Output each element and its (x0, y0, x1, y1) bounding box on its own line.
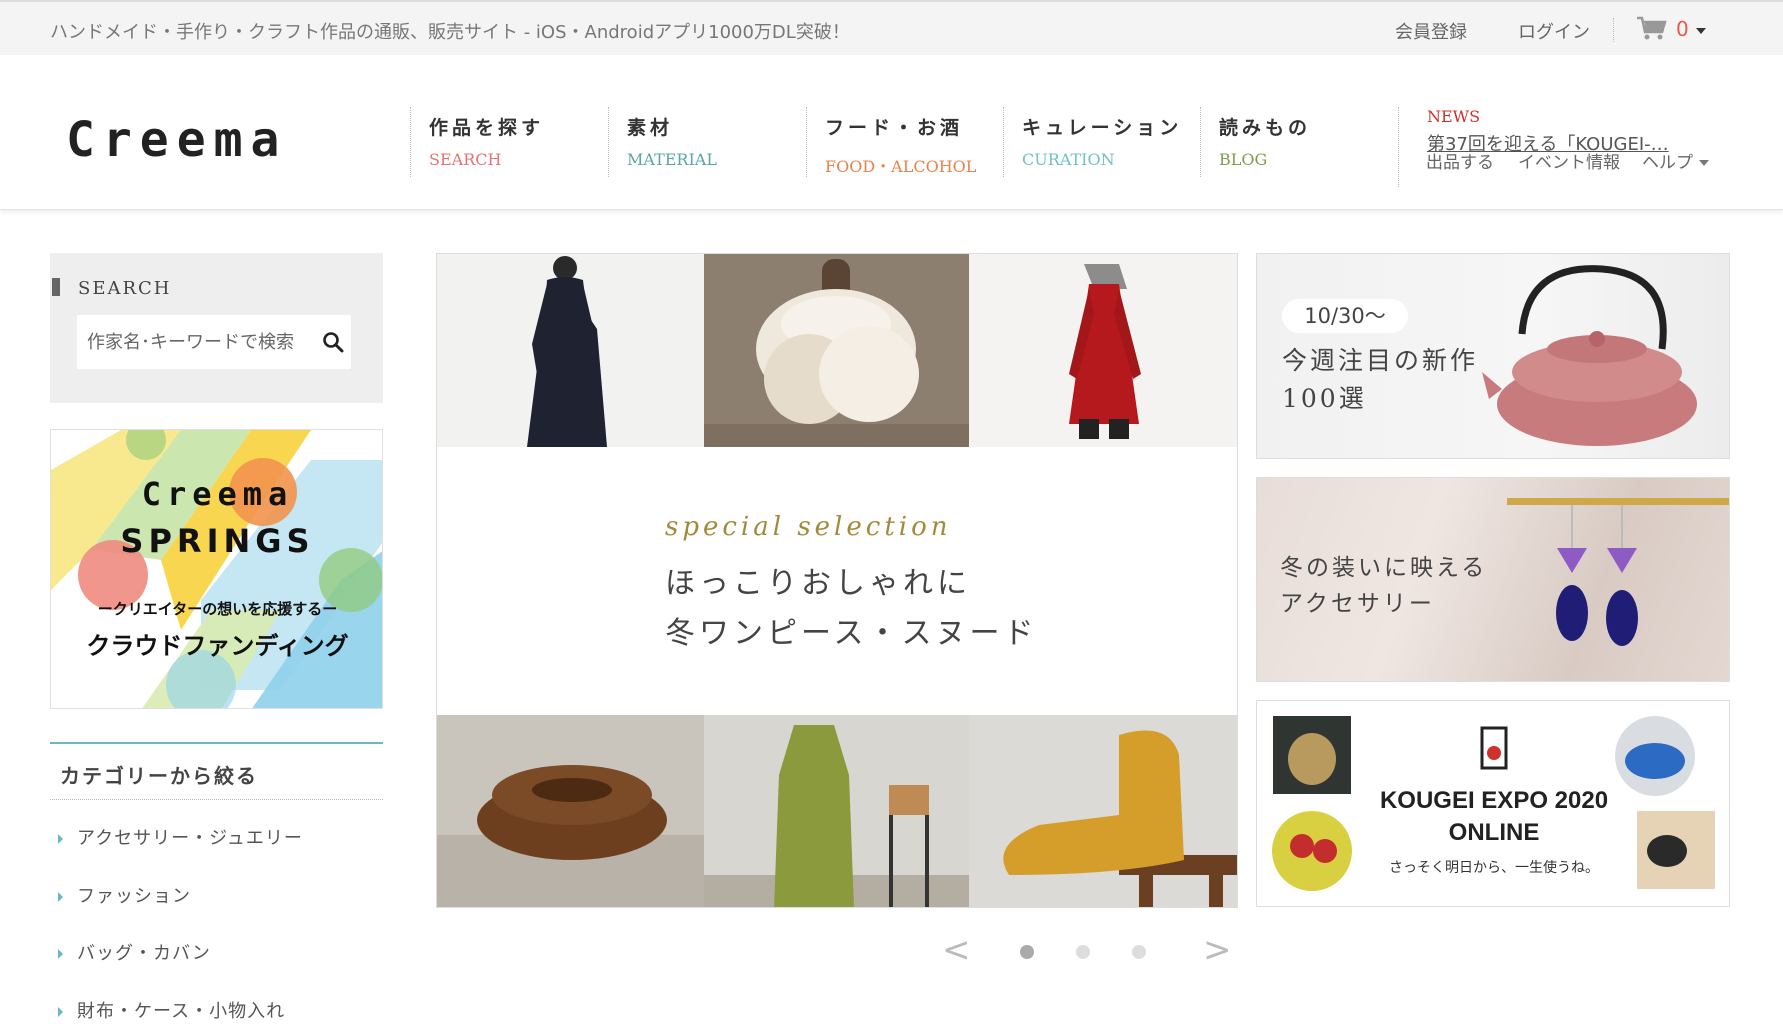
sell-link[interactable]: 出品する (1426, 148, 1494, 173)
chevron-down-icon (1696, 28, 1706, 34)
kougei-title-2: ONLINE (1448, 819, 1540, 846)
nav-label-en: SEARCH (429, 150, 502, 169)
nav-material[interactable]: 素材 MATERIAL (608, 107, 804, 177)
cart-icon (1637, 16, 1667, 40)
help-menu[interactable]: ヘルプ (1642, 148, 1709, 173)
banner-text: 冬の装いに映える アクセサリー (1280, 550, 1487, 622)
banner-text: 今週注目の新作 100選 (1282, 342, 1478, 418)
category-accessory[interactable]: アクセサリー・ジュエリー (58, 824, 303, 850)
category-heading: カテゴリーから絞る (50, 742, 383, 800)
photo-black-dress (437, 254, 704, 447)
news-block: NEWS 第37回を迎える「KOUGEI-… (1398, 107, 1677, 187)
banner-text-line2: アクセサリー (1280, 591, 1435, 617)
springs-subtitle: ークリエイターの想いを応援するー (97, 600, 338, 618)
springs-caption: クラウドファンディング (86, 632, 349, 660)
category-label: ファッション (77, 886, 191, 907)
nav-label-en: BLOG (1219, 150, 1268, 169)
search-input[interactable] (77, 315, 351, 369)
nav-blog[interactable]: 読みもの BLOG (1200, 107, 1396, 177)
feature-headline: ほっこりおしゃれに 冬ワンピース・スヌード (665, 559, 1038, 659)
cart-button[interactable]: 0 (1636, 14, 1716, 44)
nav-label-jp: 素材 (627, 117, 674, 139)
nav-food-alcohol[interactable]: フード・お酒 FOOD・ALCOHOL (806, 107, 1002, 177)
category-bag[interactable]: バッグ・カバン (58, 939, 211, 965)
site-header: Creema 作品を探す SEARCH 素材 MATERIAL フード・お酒 F… (0, 55, 1783, 210)
springs-title-2: SPRINGS (120, 522, 315, 560)
category-label: アクセサリー・ジュエリー (77, 828, 303, 849)
news-label: NEWS (1427, 107, 1481, 126)
nav-label-jp: キュレーション (1022, 117, 1183, 139)
photo-mustard-scarf (969, 715, 1237, 907)
kougei-title-1: KOUGEI EXPO 2020 (1379, 787, 1609, 814)
arrow-right-icon (58, 1007, 63, 1017)
nav-label-jp: 読みもの (1219, 117, 1312, 139)
nav-label-en: CURATION (1022, 150, 1115, 169)
divider (1613, 18, 1614, 42)
nav-label-en: FOOD・ALCOHOL (825, 157, 977, 176)
events-link[interactable]: イベント情報 (1518, 148, 1620, 173)
sidebar-search: SEARCH (50, 253, 383, 403)
arrow-right-icon (58, 892, 63, 902)
carousel-dot-2[interactable] (1076, 945, 1090, 959)
springs-title-1: Creema (141, 475, 294, 513)
carousel-dot-3[interactable] (1132, 945, 1146, 959)
photo-knit-snood (704, 254, 969, 447)
creema-springs-banner[interactable]: Creema SPRINGS ークリエイターの想いを応援するー クラウドファンデ… (50, 429, 383, 709)
help-label: ヘルプ (1642, 153, 1693, 173)
nav-curation[interactable]: キュレーション CURATION (1003, 107, 1199, 177)
arrow-right-icon (58, 834, 63, 844)
new-arrivals-banner[interactable]: 10/30〜 今週注目の新作 100選 (1256, 253, 1730, 459)
cart-count: 0 (1676, 17, 1689, 41)
feature-slide[interactable]: special selection ほっこりおしゃれに 冬ワンピース・スヌード (436, 253, 1238, 908)
category-label: 財布・ケース・小物入れ (77, 1001, 286, 1022)
photo-red-dress (969, 254, 1237, 447)
feature-headline-line2: 冬ワンピース・スヌード (665, 616, 1038, 651)
banner-text-line2: 100選 (1282, 384, 1367, 413)
category-label: バッグ・カバン (77, 943, 211, 964)
nav-label-en: MATERIAL (627, 150, 717, 169)
register-link[interactable]: 会員登録 (1395, 18, 1467, 44)
date-badge: 10/30〜 (1282, 299, 1408, 333)
banner-text-line1: 今週注目の新作 (1282, 346, 1479, 375)
section-marker (52, 278, 60, 296)
chevron-down-icon (1699, 160, 1709, 166)
accessory-banner[interactable]: 冬の装いに映える アクセサリー (1256, 477, 1730, 682)
kougei-caption: さっそく明日から、一生使うね。 (1389, 860, 1599, 876)
nav-search[interactable]: 作品を探す SEARCH (410, 107, 606, 177)
carousel-next-button[interactable]: > (1203, 930, 1232, 970)
category-fashion[interactable]: ファッション (58, 882, 191, 908)
login-link[interactable]: ログイン (1518, 18, 1590, 44)
creema-logo[interactable]: Creema (66, 112, 287, 168)
carousel-prev-button[interactable]: < (942, 930, 971, 970)
feature-headline-line1: ほっこりおしゃれに (665, 566, 971, 601)
top-bar: ハンドメイド・手作り・クラフト作品の通販、販売サイト - iOS・Android… (0, 0, 1783, 55)
photo-green-knit-dress (704, 715, 969, 907)
carousel-dot-1[interactable] (1020, 945, 1034, 959)
nav-label-jp: 作品を探す (429, 117, 545, 139)
kougei-expo-banner[interactable]: KOUGEI EXPO 2020 ONLINE さっそく明日から、一生使うね。 (1256, 700, 1730, 907)
nav-label-jp: フード・お酒 (825, 117, 964, 139)
search-title: SEARCH (78, 278, 172, 299)
site-tagline: ハンドメイド・手作り・クラフト作品の通販、販売サイト - iOS・Android… (50, 22, 850, 43)
photo-brown-snood (437, 715, 704, 907)
search-icon[interactable] (322, 331, 344, 353)
category-wallet[interactable]: 財布・ケース・小物入れ (58, 997, 285, 1023)
springs-artwork (51, 430, 382, 708)
arrow-right-icon (58, 949, 63, 959)
special-selection-label: special selection (665, 512, 952, 542)
banner-text-line1: 冬の装いに映える (1280, 555, 1488, 581)
